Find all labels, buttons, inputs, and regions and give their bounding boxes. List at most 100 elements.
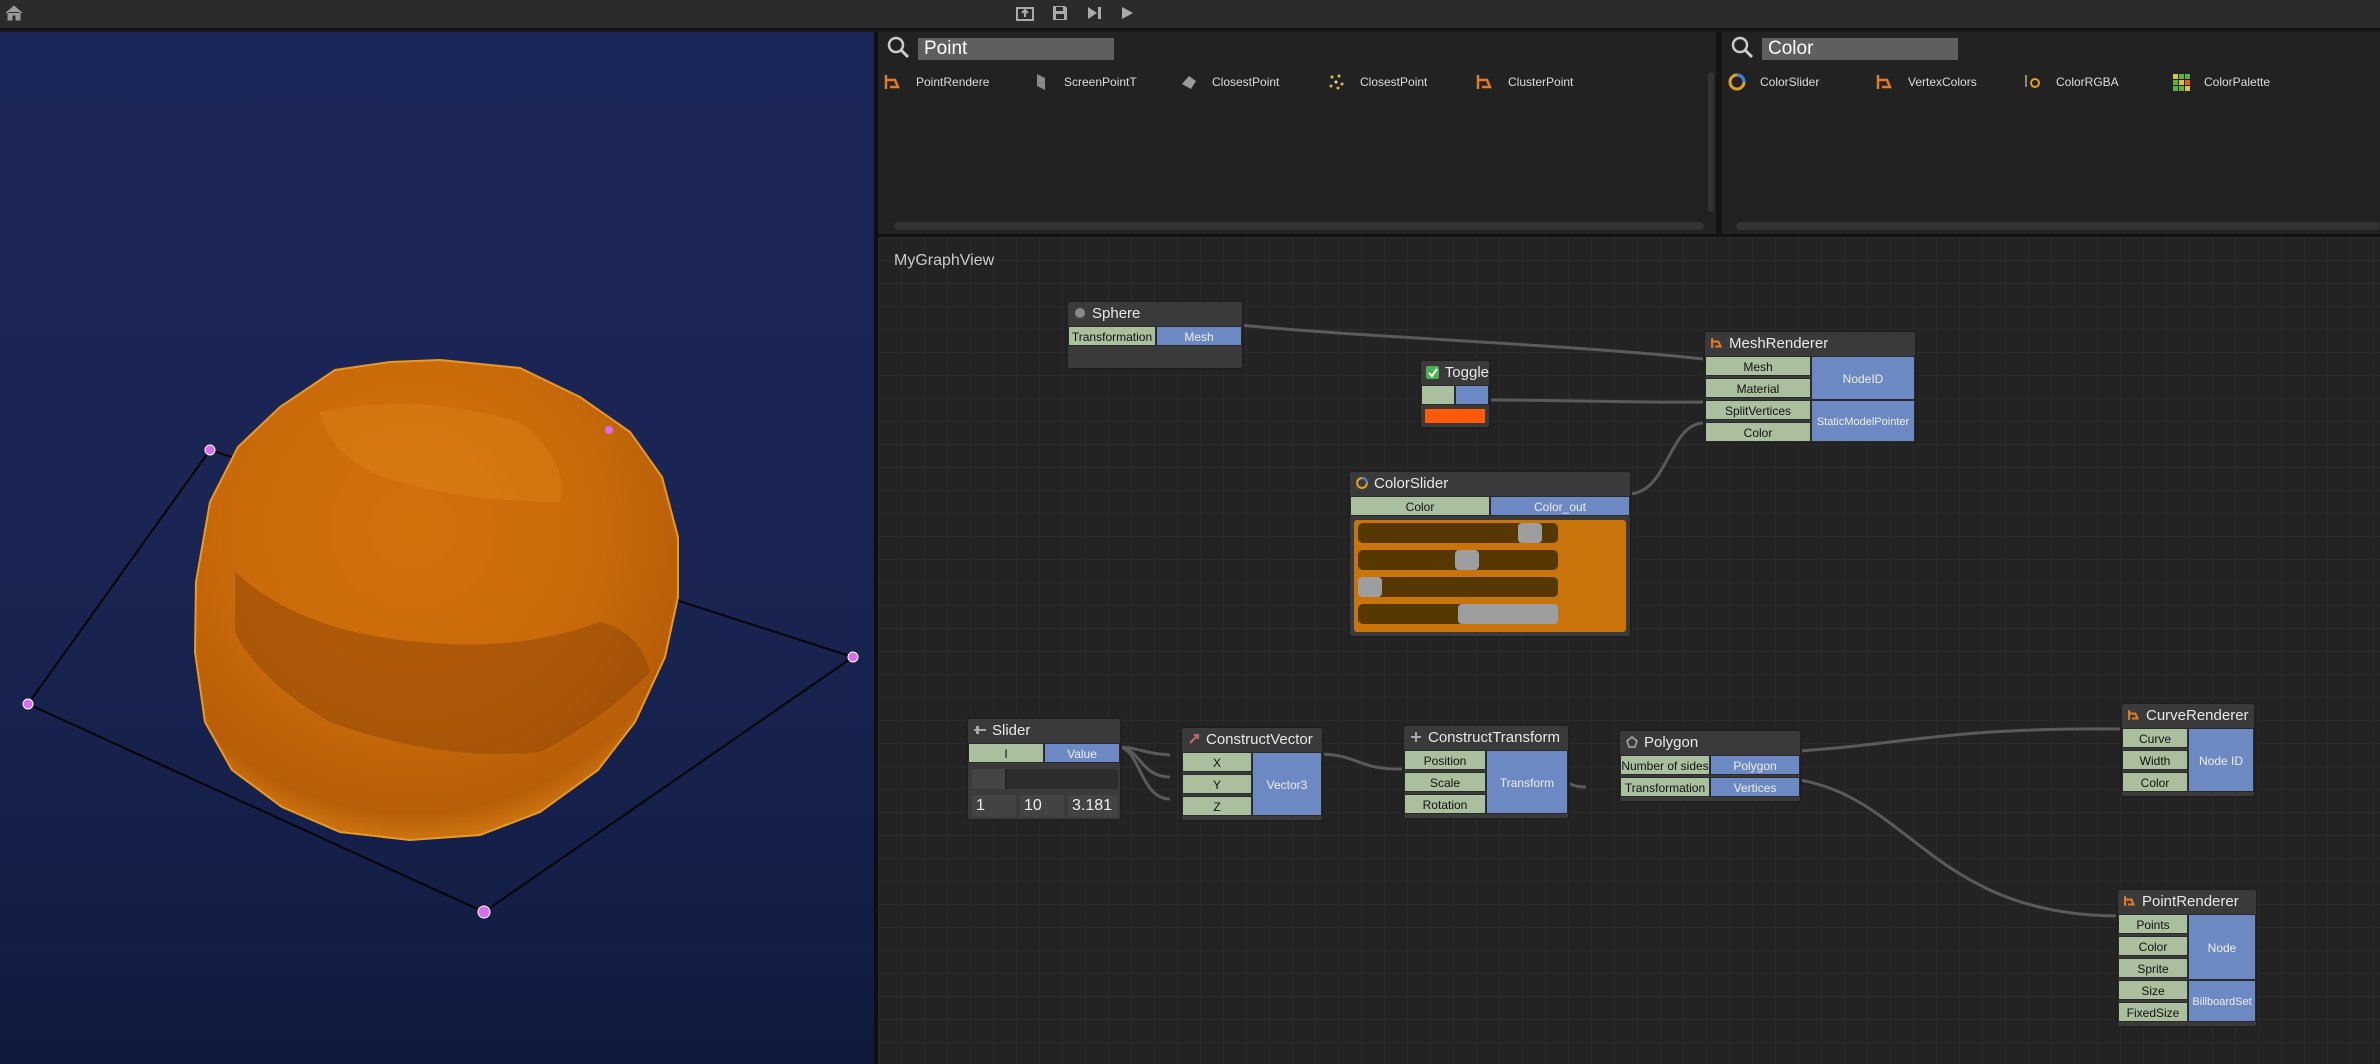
port-out[interactable]: Vertices [1710,777,1800,797]
port-in[interactable]: Scale [1404,772,1486,792]
node-curverenderer[interactable]: CurveRenderer Curve Width Color Node ID [2120,702,2256,798]
port-in[interactable]: FixedSize [2118,1002,2188,1022]
port-in[interactable]: SplitVertices [1705,400,1811,420]
node-polygon[interactable]: Polygon Number of sides Transformation P… [1618,729,1802,803]
polygon-vertex-marker[interactable] [204,444,216,456]
color-wheel-icon [1355,476,1369,490]
search-result-item[interactable]: ColorRGBA [2022,70,2170,94]
port-in[interactable]: Color [1350,496,1490,516]
color-channel-slider[interactable] [1358,604,1558,624]
search-result-item[interactable]: ClusterPoint [1474,70,1622,94]
search-result-item[interactable]: ClosestPoint [1326,70,1474,94]
toggle-color-swatch[interactable] [1425,409,1485,423]
slider-knob[interactable] [1458,604,1558,624]
wire-polygon-to-curverenderer [1765,727,2123,755]
search-icon [886,35,910,64]
3d-viewport[interactable] [0,32,874,1064]
export-icon[interactable] [1013,4,1037,26]
vertical-scrollbar[interactable] [1708,72,1714,212]
port-out[interactable]: Mesh [1156,326,1242,346]
scene-render [22,358,859,919]
search-result-item[interactable]: ColorPalette [2170,70,2318,94]
graph-view[interactable]: MyGraphView Sphere Transformation Mesh M… [878,234,2380,1064]
palette-icon [2170,71,2192,93]
port-in[interactable]: Position [1404,750,1486,770]
wire-colorslider-to-meshrenderer [1627,421,1704,496]
port-out[interactable]: NodeID [1811,356,1915,400]
color-channel-slider[interactable] [1358,577,1558,597]
port-in[interactable]: Rotation [1404,794,1486,814]
port-in[interactable]: Number of sides [1620,755,1710,775]
node-search-panel-right: ColorSlider VertexColors ColorRGBA Color… [1722,32,2380,234]
port-in[interactable]: Mesh [1705,356,1811,376]
port-in[interactable]: Z [1182,796,1252,816]
port-in[interactable]: Sprite [2118,958,2188,978]
node-title: ConstructTransform [1428,728,1560,746]
port-in[interactable]: Size [2118,980,2188,1000]
node-sphere[interactable]: Sphere Transformation Mesh [1066,300,1244,370]
node-colorslider[interactable]: ColorSlider Color Color_out [1348,470,1632,638]
slider-max-field[interactable]: 10 [1020,795,1064,817]
node-toggle[interactable]: Toggle [1419,359,1491,429]
port-in[interactable]: Color [1705,422,1811,442]
play-icon[interactable] [1115,4,1139,26]
port-in[interactable]: Points [2118,914,2188,934]
port-out[interactable]: BillboardSet [2188,980,2256,1022]
node-pointrenderer[interactable]: PointRenderer Points Color Sprite Size F… [2116,888,2258,1028]
port-in[interactable]: Color [2122,772,2188,792]
slider-knob[interactable] [1518,523,1542,543]
port-out[interactable]: Node [2188,914,2256,980]
save-icon[interactable] [1048,4,1072,26]
search-result-item[interactable]: PointRendere [882,70,1030,94]
port-out[interactable]: Node ID [2188,728,2254,792]
port-out[interactable]: Polygon [1710,755,1800,775]
search-result-item[interactable]: VertexColors [1874,70,2022,94]
search-result-item[interactable]: ScreenPointT [1030,70,1178,94]
port-in[interactable]: Width [2122,750,2188,770]
horizontal-scrollbar[interactable] [1736,222,2380,230]
color-channel-slider[interactable] [1358,550,1558,570]
polygon-vertex-marker[interactable] [22,698,34,710]
slider-min-field[interactable]: 1 [972,795,1016,817]
port-in[interactable]: Material [1705,378,1811,398]
polygon-vertex-marker[interactable] [605,426,613,434]
slider-knob[interactable] [1358,577,1382,597]
checkbox-icon[interactable] [1426,365,1440,379]
slider-knob[interactable] [1455,550,1479,570]
port-out[interactable]: Value [1044,743,1120,763]
result-label: PointRendere [916,75,990,89]
port-out[interactable]: Transform [1486,750,1568,814]
port-out[interactable]: Vector3 [1252,752,1322,816]
polygon-vertex-marker[interactable] [477,905,491,919]
port-in[interactable]: Y [1182,774,1252,794]
search-input[interactable] [1762,38,1958,60]
port-in[interactable]: Color [2118,936,2188,956]
port-in[interactable] [1421,385,1455,405]
home-icon[interactable] [2,4,26,26]
sphere-icon [1073,306,1087,320]
node-title: Polygon [1644,733,1699,751]
port-out[interactable] [1455,385,1489,405]
node-constructtransform[interactable]: ConstructTransform Position Scale Rotati… [1402,724,1570,820]
port-in[interactable]: X [1182,752,1252,772]
port-out[interactable]: StaticModelPointer [1811,400,1915,442]
port-in[interactable]: I [968,743,1044,763]
node-slider[interactable]: Slider I Value 1 10 3.181 [966,717,1122,821]
polygon-vertex-marker[interactable] [847,651,859,663]
slider-fill[interactable] [972,769,1007,789]
search-result-item[interactable]: ClosestPoint [1178,70,1326,94]
node-constructvector[interactable]: ConstructVector X Y Z Vector3 [1180,726,1324,822]
node-meshrenderer[interactable]: MeshRenderer Mesh Material SplitVertices… [1703,330,1917,444]
port-in[interactable]: Curve [2122,728,2188,748]
slider-track[interactable] [972,769,1118,789]
search-result-item[interactable]: ColorSlider [1726,70,1874,94]
step-icon[interactable] [1082,4,1106,26]
search-input[interactable] [918,38,1114,60]
port-in[interactable]: Transformation [1068,326,1156,346]
port-in[interactable]: Transformation [1620,777,1710,797]
slider-value-field[interactable]: 3.181 [1068,795,1118,817]
horizontal-scrollbar[interactable] [894,222,1704,230]
port-out[interactable]: Color_out [1490,496,1630,516]
color-channel-slider[interactable] [1358,523,1558,543]
node-title: Slider [992,721,1031,739]
